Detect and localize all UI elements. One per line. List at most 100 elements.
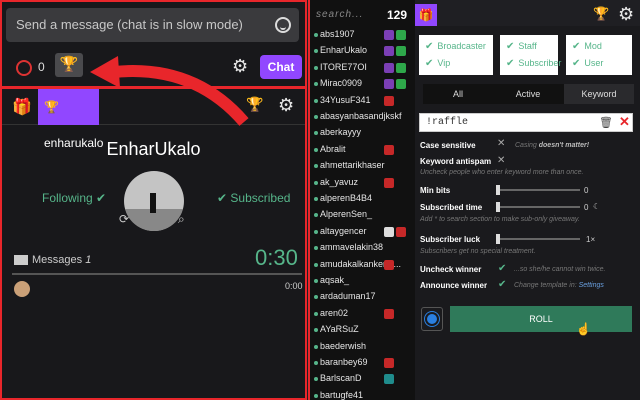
subscribed-hint: Add * to search section to make sub-only… xyxy=(420,216,580,223)
message-icon xyxy=(14,255,28,265)
online-dot xyxy=(314,197,318,201)
user-list-item[interactable]: AYaRSuZ xyxy=(310,323,410,338)
user-list-item[interactable]: aqsak_ xyxy=(310,274,410,289)
timer-progress xyxy=(12,273,302,275)
online-dot xyxy=(314,33,318,37)
slider-knob[interactable] xyxy=(496,234,500,244)
trash-icon[interactable]: 🗑 xyxy=(599,116,613,129)
winner-avatar xyxy=(124,171,184,231)
settings-link[interactable]: Settings xyxy=(579,282,604,289)
online-dot xyxy=(314,377,318,382)
min-bits-value: 0 xyxy=(584,186,589,195)
user-list-item[interactable]: ardaduman17 xyxy=(310,290,410,305)
user-list-item[interactable]: AlperenSen_ xyxy=(310,208,410,223)
trophy-list-icon[interactable]: 🏆 xyxy=(593,6,609,22)
user-search-input[interactable]: search... xyxy=(310,5,378,25)
close-icon[interactable]: ✕ xyxy=(619,114,630,130)
raffle-button[interactable]: 🏆 xyxy=(55,53,83,77)
online-dot xyxy=(314,82,318,87)
filter-mod[interactable]: ✔ Mod xyxy=(572,41,602,52)
subscriber-luck-label: Subscriber luck xyxy=(420,235,481,244)
countdown-timer: 0:30 xyxy=(255,245,298,270)
search-icon[interactable]: ⌕ xyxy=(178,212,185,227)
user-name: alperenB4B4 xyxy=(320,193,373,203)
user-badge-icon xyxy=(384,374,394,385)
uncheck-winner-label: Uncheck winner xyxy=(420,265,482,274)
channel-points-count: 0 xyxy=(38,60,45,74)
messages-counter: Messages 1 xyxy=(32,254,91,266)
user-list-item[interactable]: Mirac0909 xyxy=(310,77,410,92)
user-name: BarlscanD xyxy=(320,373,362,384)
user-list-item[interactable]: EnharUkalo xyxy=(310,44,410,59)
user-list-item[interactable]: aberkayyy xyxy=(310,126,410,141)
gift-icon[interactable]: 🎁 xyxy=(12,97,32,117)
min-bits-slider[interactable] xyxy=(496,185,580,195)
user-list-item[interactable]: abs1907 xyxy=(310,28,410,43)
online-dot xyxy=(314,311,318,316)
user-list-item[interactable]: abasyanbasandjkskf xyxy=(310,110,410,125)
filter-subscriber[interactable]: ✔ Subscriber xyxy=(506,58,561,69)
user-list-item[interactable]: BarlscanD xyxy=(310,372,410,387)
subscriber-luck-slider[interactable] xyxy=(496,234,580,244)
user-list-item[interactable]: Abralit xyxy=(310,143,410,158)
user-list-item[interactable]: altaygencer xyxy=(310,225,410,240)
online-dot xyxy=(314,328,318,333)
message-time: 0:00 xyxy=(285,281,303,291)
subscribed-status: ✔ Subscribed xyxy=(217,191,290,205)
user-name: aqsak_ xyxy=(320,275,350,285)
chat-message-input[interactable]: Send a message (chat is in slow mode) xyxy=(6,8,299,42)
filter-vip[interactable]: ✔ Vip xyxy=(425,58,450,69)
refresh-icon[interactable]: ⟳ xyxy=(119,212,129,226)
user-list-item[interactable]: ahmettarikhaser xyxy=(310,159,410,174)
subscribed-time-label: Subscribed time xyxy=(420,203,483,212)
settings-icon[interactable]: ⚙ xyxy=(618,4,634,25)
filter-broadcaster[interactable]: ✔ Broadcaster xyxy=(425,41,486,52)
announce-winner-toggle[interactable]: ✔ xyxy=(498,279,506,290)
user-list-item[interactable]: aren02 xyxy=(310,307,410,322)
filter-user-label: User xyxy=(584,58,604,68)
online-dot xyxy=(314,279,318,283)
arrow-icon xyxy=(90,56,249,126)
channel-points-icon[interactable] xyxy=(16,60,32,76)
user-list-item[interactable]: ak_yavuz xyxy=(310,176,410,191)
filter-staff[interactable]: ✔ Staff xyxy=(506,41,537,52)
user-list-item[interactable]: alperenB4B4 xyxy=(310,192,410,207)
user-list-item[interactable]: amudakalkankerte... xyxy=(310,258,410,273)
emoji-icon[interactable] xyxy=(275,17,291,33)
filter-group-1: ✔ Broadcaster ✔ Vip xyxy=(419,35,493,75)
gift-button[interactable]: 🎁 xyxy=(415,4,437,26)
user-list-item[interactable]: baederwish xyxy=(310,340,410,355)
chat-send-button[interactable]: Chat xyxy=(260,55,302,79)
slider-knob[interactable] xyxy=(496,202,500,212)
user-list-item[interactable]: ITORE77OI xyxy=(310,61,410,76)
online-dot xyxy=(314,180,318,185)
chat-panel: Send a message (chat is in slow mode) 0 … xyxy=(0,0,307,400)
user-list-item[interactable]: ammavelakin38 xyxy=(310,241,410,256)
tab-active[interactable]: Active xyxy=(493,84,563,104)
online-dot xyxy=(314,65,318,70)
tab-all[interactable]: All xyxy=(423,84,493,104)
gift-icon: 🎁 xyxy=(418,8,434,22)
online-dot xyxy=(314,49,318,54)
case-sensitive-toggle[interactable]: ✕ xyxy=(497,138,505,149)
case-hint-text: Casing xyxy=(515,142,537,149)
filter-group-3: ✔ Mod ✔ User xyxy=(566,35,632,75)
user-list-item[interactable]: bartugfe41 xyxy=(310,389,410,400)
user-list-item[interactable]: 34YusuF341 xyxy=(310,94,410,109)
antispam-toggle[interactable]: ✕ xyxy=(497,155,505,166)
check-icon: ✔ xyxy=(96,191,107,205)
winner-name: EnharUkalo xyxy=(106,139,201,159)
roll-mode-radio[interactable] xyxy=(421,307,443,331)
tab-keyword[interactable]: Keyword xyxy=(564,84,634,104)
uncheck-winner-toggle[interactable]: ✔ xyxy=(498,263,506,274)
filter-vip-label: Vip xyxy=(437,58,451,68)
roll-button[interactable]: ROLL xyxy=(450,306,632,332)
raffle-settings-icon[interactable]: ⚙ xyxy=(278,95,294,116)
user-name: abasyanbasandjkskf xyxy=(320,111,402,121)
subscribed-time-slider[interactable] xyxy=(496,202,580,212)
user-list-item[interactable]: baranbey69 xyxy=(310,356,410,371)
slider-knob[interactable] xyxy=(496,185,500,195)
min-bits-label: Min bits xyxy=(420,186,451,195)
filter-mod-label: Mod xyxy=(584,41,602,51)
filter-user[interactable]: ✔ User xyxy=(572,58,603,69)
